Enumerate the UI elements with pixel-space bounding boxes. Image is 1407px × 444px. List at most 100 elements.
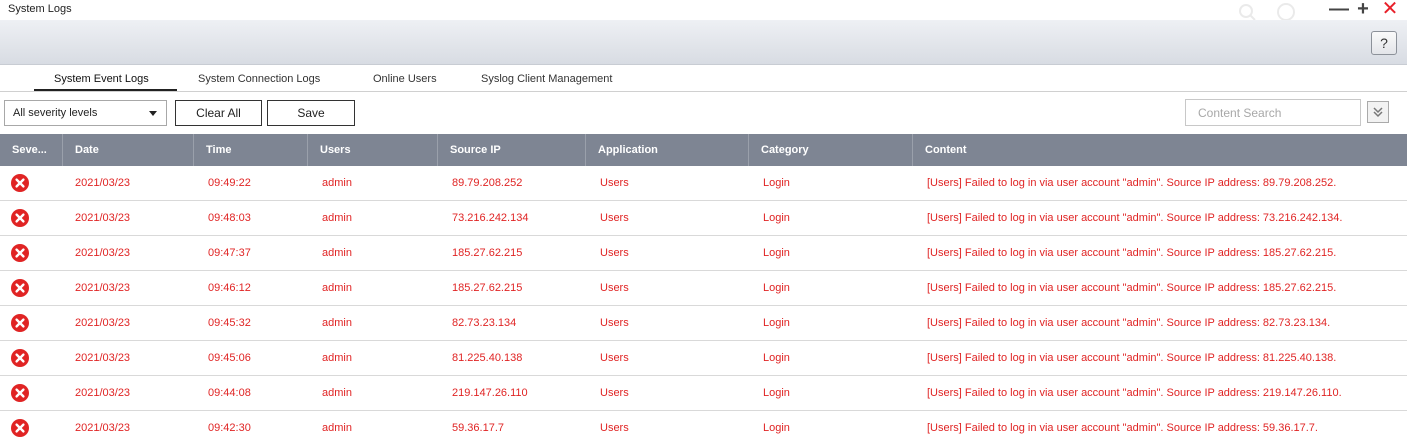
severity-cell (0, 166, 63, 201)
active-tab-indicator (34, 89, 177, 91)
dropdown-arrow-icon (149, 111, 157, 116)
application-cell: Users (600, 247, 629, 259)
content-cell: [Users] Failed to log in via user accoun… (927, 247, 1337, 259)
source-ip-cell: 82.73.23.134 (452, 317, 517, 329)
table-row[interactable]: 2021/03/23 09:44:08 admin 219.147.26.110 Use… (0, 376, 1407, 411)
time-cell: 09:45:06 (208, 352, 251, 364)
content-cell: [Users] Failed to log in via user accoun… (927, 317, 1331, 329)
close-icon[interactable]: ✕ (1380, 0, 1400, 19)
date-cell: 2021/03/23 (75, 212, 131, 224)
user-cell: admin (322, 317, 352, 329)
date-cell: 2021/03/23 (75, 387, 131, 399)
column-header-severity[interactable]: Seve... (0, 134, 63, 166)
column-header-content[interactable]: Content (913, 134, 1407, 166)
source-ip-cell: 219.147.26.110 (452, 387, 528, 399)
time-cell: 09:46:12 (208, 282, 251, 294)
error-circle-icon (11, 314, 29, 332)
application-cell: Users (600, 422, 629, 434)
window-title: System Logs (8, 3, 72, 15)
severity-select-value: All severity levels (13, 107, 98, 119)
content-cell: [Users] Failed to log in via user accoun… (927, 352, 1337, 364)
table-row[interactable]: 2021/03/23 09:45:32 admin 82.73.23.134 Users… (0, 306, 1407, 341)
category-cell: Login (763, 352, 790, 364)
severity-cell (0, 201, 63, 236)
severity-cell (0, 271, 63, 306)
source-ip-cell: 59.36.17.7 (452, 422, 504, 434)
tab-system-connection-logs[interactable]: System Connection Logs (198, 73, 320, 85)
column-header-date[interactable]: Date (63, 134, 194, 166)
severity-select[interactable]: All severity levels (4, 100, 167, 126)
content-search-input[interactable] (1185, 99, 1361, 126)
category-cell: Login (763, 317, 790, 329)
help-circle-icon (1277, 3, 1295, 21)
source-ip-cell: 81.225.40.138 (452, 352, 523, 364)
tab-online-users[interactable]: Online Users (373, 73, 437, 85)
advanced-search-button[interactable] (1367, 101, 1389, 123)
column-header-category[interactable]: Category (749, 134, 913, 166)
clear-all-button[interactable]: Clear All (175, 100, 262, 126)
date-cell: 2021/03/23 (75, 282, 131, 294)
category-cell: Login (763, 247, 790, 259)
table-row[interactable]: 2021/03/23 09:48:03 admin 73.216.242.134 Use… (0, 201, 1407, 236)
content-cell: [Users] Failed to log in via user accoun… (927, 282, 1337, 294)
source-ip-cell: 73.216.242.134 (452, 212, 529, 224)
toolbar (0, 20, 1407, 65)
severity-cell (0, 236, 63, 271)
source-ip-cell: 89.79.208.252 (452, 177, 523, 189)
content-cell: [Users] Failed to log in via user accoun… (927, 177, 1337, 189)
error-circle-icon (11, 349, 29, 367)
table-row[interactable]: 2021/03/23 09:42:30 admin 59.36.17.7 Users Lo… (0, 411, 1407, 444)
date-cell: 2021/03/23 (75, 352, 131, 364)
user-cell: admin (322, 212, 352, 224)
content-cell: [Users] Failed to log in via user accoun… (927, 387, 1342, 399)
save-button[interactable]: Save (267, 100, 355, 126)
time-cell: 09:47:37 (208, 247, 251, 259)
application-cell: Users (600, 212, 629, 224)
error-circle-icon (11, 419, 29, 437)
table-row[interactable]: 2021/03/23 09:47:37 admin 185.27.62.215 User… (0, 236, 1407, 271)
error-circle-icon (11, 279, 29, 297)
category-cell: Login (763, 282, 790, 294)
tab-system-event-logs[interactable]: System Event Logs (54, 73, 149, 85)
date-cell: 2021/03/23 (75, 177, 131, 189)
user-cell: admin (322, 247, 352, 259)
plus-icon[interactable]: + (1353, 0, 1373, 19)
tab-syslog-client-management[interactable]: Syslog Client Management (481, 73, 612, 85)
column-header-application[interactable]: Application (586, 134, 749, 166)
severity-cell (0, 306, 63, 341)
category-cell: Login (763, 212, 790, 224)
column-header-source-ip[interactable]: Source IP (438, 134, 586, 166)
user-cell: admin (322, 387, 352, 399)
date-cell: 2021/03/23 (75, 317, 131, 329)
window-titlebar: System Logs — + ✕ (0, 0, 1407, 21)
minimize-icon[interactable]: — (1329, 0, 1349, 19)
time-cell: 09:42:30 (208, 422, 251, 434)
double-chevron-down-icon (1373, 107, 1383, 118)
user-cell: admin (322, 352, 352, 364)
error-circle-icon (11, 244, 29, 262)
table-row[interactable]: 2021/03/23 09:49:22 admin 89.79.208.252 User… (0, 166, 1407, 201)
error-circle-icon (11, 384, 29, 402)
user-cell: admin (322, 177, 352, 189)
category-cell: Login (763, 422, 790, 434)
application-cell: Users (600, 352, 629, 364)
error-circle-icon (11, 209, 29, 227)
table-row[interactable]: 2021/03/23 09:46:12 admin 185.27.62.215 User… (0, 271, 1407, 306)
severity-cell (0, 341, 63, 376)
application-cell: Users (600, 282, 629, 294)
column-header-users[interactable]: Users (308, 134, 438, 166)
date-cell: 2021/03/23 (75, 247, 131, 259)
help-button[interactable]: ? (1371, 31, 1397, 55)
content-cell: [Users] Failed to log in via user accoun… (927, 212, 1343, 224)
column-header-time[interactable]: Time (194, 134, 308, 166)
time-cell: 09:44:08 (208, 387, 251, 399)
severity-cell (0, 411, 63, 444)
table-row[interactable]: 2021/03/23 09:45:06 admin 81.225.40.138 User… (0, 341, 1407, 376)
user-cell: admin (322, 422, 352, 434)
time-cell: 09:45:32 (208, 317, 251, 329)
application-cell: Users (600, 177, 629, 189)
log-table-body: 2021/03/23 09:49:22 admin 89.79.208.252 User… (0, 166, 1407, 444)
time-cell: 09:49:22 (208, 177, 251, 189)
source-ip-cell: 185.27.62.215 (452, 282, 523, 294)
content-cell: [Users] Failed to log in via user accoun… (927, 422, 1318, 434)
